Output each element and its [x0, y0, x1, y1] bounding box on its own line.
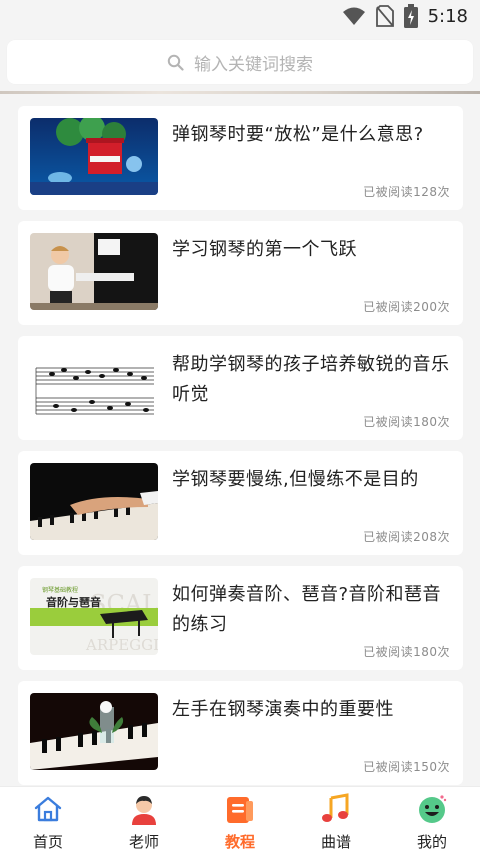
tab-label: 我的: [416, 833, 447, 851]
music-score-icon: [322, 793, 349, 822]
article-card[interactable]: 学钢琴要慢练,但慢练不是目的 已被阅读208次: [18, 451, 463, 555]
article-thumbnail-hands-on-keys: [30, 463, 158, 540]
banner-edge: [0, 91, 480, 94]
article-card[interactable]: 左手在钢琴演奏中的重要性 已被阅读150次: [18, 681, 463, 785]
tab-label: 曲谱: [320, 833, 351, 851]
book-title-text: 音阶与琶音: [46, 595, 101, 609]
article-card[interactable]: 帮助学钢琴的孩子培养敏锐的音乐听觉 已被阅读180次: [18, 336, 463, 440]
read-count: 已被阅读180次: [363, 645, 450, 659]
wifi-icon: [342, 7, 365, 25]
article-card[interactable]: SCALES ARPEGGIOS 钢琴基础教程 音阶与琶音 如何弹奏音阶、琶音?…: [18, 566, 463, 670]
home-icon: [34, 796, 62, 822]
search-placeholder: 输入关键词搜索: [194, 54, 313, 75]
article-thumbnail-piano-flower: [30, 693, 158, 770]
status-bar: 5:18: [0, 0, 480, 34]
smiley-icon: [419, 795, 447, 823]
article-title: 帮助学钢琴的孩子培养敏锐的音乐听觉: [172, 354, 450, 405]
article-card[interactable]: 弹钢琴时要“放松”是什么意思? 已被阅读128次: [18, 106, 463, 210]
clock: 5:18: [427, 5, 468, 27]
book-series-text: 钢琴基础教程: [42, 586, 78, 594]
tab-music-score[interactable]: 曲谱: [288, 787, 384, 853]
article-title: 如何弹奏音阶、琶音?音阶和琶音的练习: [172, 584, 442, 635]
tab-teacher[interactable]: 老师: [96, 787, 192, 853]
article-title: 学习钢琴的第一个飞跃: [172, 239, 357, 260]
article-card[interactable]: 学习钢琴的第一个飞跃 已被阅读200次: [18, 221, 463, 325]
article-thumbnail-sheet-music: [30, 348, 158, 425]
article-thumbnail-cartoon-piano: [30, 118, 158, 195]
tab-label: 老师: [128, 833, 159, 851]
search-input[interactable]: 输入关键词搜索: [7, 40, 473, 84]
teacher-icon: [132, 796, 156, 825]
svg-text:ARPEGGIOS: ARPEGGIOS: [85, 636, 158, 654]
tutorial-icon: [227, 797, 253, 823]
article-thumbnail-boy-piano: [30, 233, 158, 310]
no-sim-icon: [375, 5, 394, 27]
search-icon: [167, 54, 184, 71]
article-thumbnail-book-cover: SCALES ARPEGGIOS 钢琴基础教程 音阶与琶音: [30, 578, 158, 655]
article-title: 学钢琴要慢练,但慢练不是目的: [172, 469, 419, 490]
read-count: 已被阅读208次: [363, 530, 450, 544]
tab-home[interactable]: 首页: [0, 787, 96, 853]
read-count: 已被阅读150次: [363, 760, 450, 774]
article-title: 弹钢琴时要“放松”是什么意思?: [172, 124, 424, 145]
battery-icon: [403, 4, 418, 28]
tab-mine[interactable]: 我的: [384, 787, 480, 853]
read-count: 已被阅读180次: [363, 415, 450, 429]
tab-label: 教程: [224, 833, 255, 851]
tab-label: 首页: [32, 833, 63, 851]
article-list: 弹钢琴时要“放松”是什么意思? 已被阅读128次 学习钢琴的第一个飞跃 已被阅读…: [18, 106, 463, 796]
read-count: 已被阅读200次: [363, 300, 450, 314]
tab-tutorial[interactable]: 教程: [192, 787, 288, 853]
article-title: 左手在钢琴演奏中的重要性: [172, 699, 394, 720]
read-count: 已被阅读128次: [363, 185, 450, 199]
bottom-tab-bar: 首页 老师 教程 曲谱 我的: [0, 786, 480, 853]
